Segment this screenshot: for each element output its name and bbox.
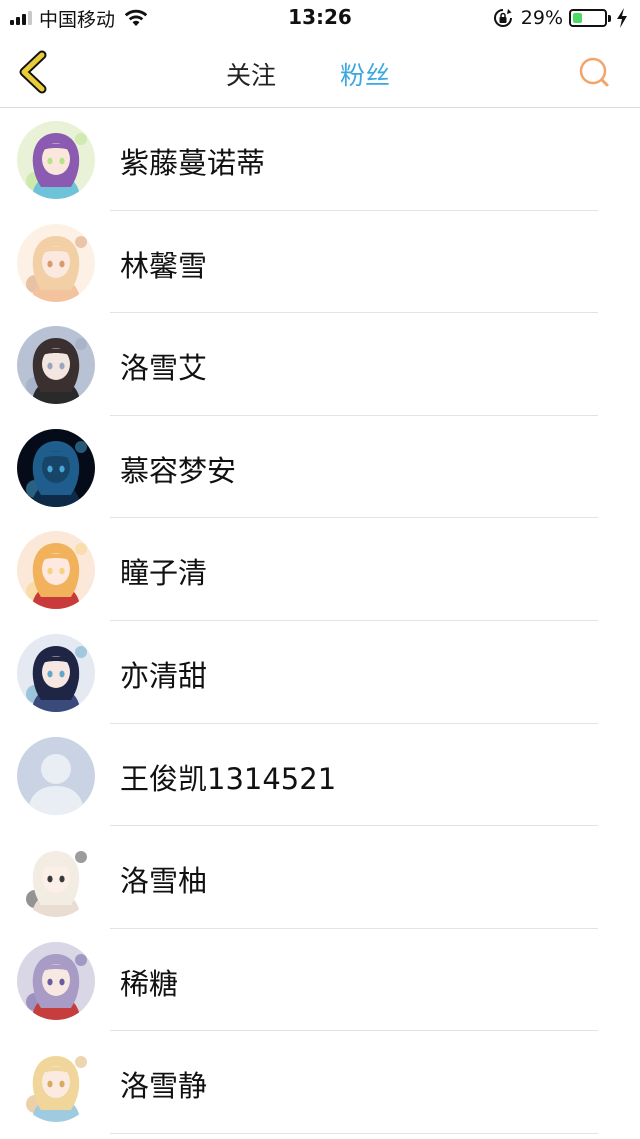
avatar[interactable] [17, 941, 95, 1020]
fan-list-item[interactable]: 洛雪艾 [0, 313, 640, 416]
fan-list-item[interactable]: 洛雪柚 [0, 826, 640, 929]
fan-list-item[interactable]: 瞳子清 [0, 518, 640, 621]
fan-list-item[interactable]: 王俊凯1314521 [0, 724, 640, 827]
battery-icon [569, 9, 611, 27]
fan-list-item[interactable]: 稀糖 [0, 929, 640, 1032]
avatar-artwork [17, 531, 95, 610]
fan-name: 洛雪艾 [120, 351, 208, 386]
avatar[interactable] [17, 428, 95, 507]
avatar[interactable] [17, 1044, 95, 1123]
fan-list-item[interactable]: 林馨雪 [0, 211, 640, 314]
status-right: 29% [493, 6, 628, 30]
avatar-artwork [17, 428, 95, 507]
avatar[interactable] [17, 633, 95, 712]
fan-list-item[interactable]: 洛雪静 [0, 1031, 640, 1134]
avatar-artwork [17, 223, 95, 302]
search-icon [579, 57, 609, 87]
fan-name: 亦清甜 [120, 658, 208, 693]
avatar[interactable] [17, 223, 95, 302]
default-avatar-icon [17, 736, 95, 815]
avatar[interactable] [17, 326, 95, 405]
avatar[interactable] [17, 121, 95, 199]
tab-fans[interactable]: 粉丝 [340, 56, 390, 92]
fan-list: 紫藤蔓诺蒂林馨雪洛雪艾慕容梦安瞳子清亦清甜王俊凯1314521 洛雪柚稀糖洛雪静 [0, 108, 640, 1134]
battery-fill [573, 13, 582, 23]
fan-name: 洛雪静 [120, 1069, 208, 1104]
status-bar: 中国移动 13:26 29% [0, 0, 640, 36]
avatar-artwork [17, 633, 95, 712]
avatar[interactable] [17, 736, 95, 815]
avatar[interactable] [17, 531, 95, 610]
fan-name: 林馨雪 [120, 248, 208, 283]
avatar-artwork [17, 326, 95, 405]
fan-name: 洛雪柚 [120, 864, 208, 899]
avatar-artwork [17, 941, 95, 1020]
charging-icon [617, 8, 627, 28]
avatar-artwork [17, 839, 95, 918]
avatar-artwork [17, 121, 95, 199]
row-divider [110, 1132, 598, 1134]
back-button[interactable] [14, 50, 54, 94]
fan-name: 慕容梦安 [120, 453, 237, 488]
nav-bar: 关注 粉丝 [0, 36, 640, 108]
avatar[interactable] [17, 839, 95, 918]
battery-percent: 29% [520, 7, 563, 29]
avatar-artwork [17, 1044, 95, 1123]
fan-name: 紫藤蔓诺蒂 [120, 146, 266, 180]
fan-name: 瞳子清 [120, 556, 208, 591]
chevron-left-icon [19, 50, 47, 94]
fan-name: 王俊凯1314521 [120, 761, 337, 796]
tab-following[interactable]: 关注 [226, 56, 276, 92]
fan-list-item[interactable]: 紫藤蔓诺蒂 [0, 108, 640, 211]
search-button[interactable] [578, 56, 610, 88]
fan-list-item[interactable]: 亦清甜 [0, 621, 640, 724]
fan-list-item[interactable]: 慕容梦安 [0, 416, 640, 519]
fan-name: 稀糖 [120, 966, 179, 1001]
orientation-lock-icon [493, 9, 512, 27]
